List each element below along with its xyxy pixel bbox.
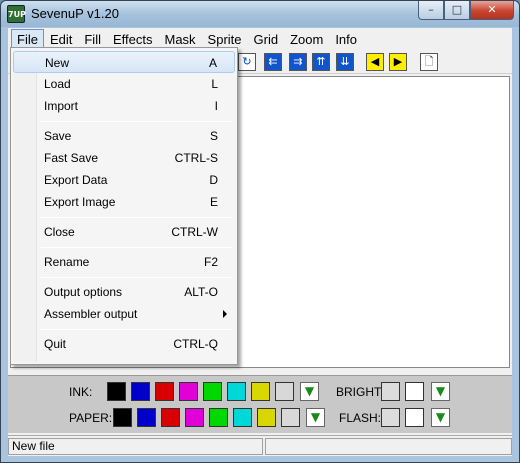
minimize-icon[interactable]: – — [418, 1, 444, 20]
menu-item-import-shortcut: I — [214, 99, 218, 113]
menu-separator — [41, 329, 233, 330]
paper-color-black[interactable] — [113, 408, 132, 427]
menu-item-export-data-label: Export Data — [44, 173, 108, 187]
menu-item-close[interactable]: Close CTRL-W — [13, 221, 235, 243]
menu-item-export-image-label: Export Image — [44, 195, 116, 209]
menu-item-close-label: Close — [44, 225, 75, 239]
shift-left-icon[interactable]: ⇇ — [264, 53, 282, 71]
ink-color-magenta[interactable] — [179, 382, 198, 401]
menu-item-export-data[interactable]: Export Data D — [13, 169, 235, 191]
menu-item-close-shortcut: CTRL-W — [171, 225, 218, 239]
window-title: SevenuP v1.20 — [31, 6, 119, 21]
menu-item-new[interactable]: New A — [13, 51, 235, 73]
ink-color-green[interactable] — [203, 382, 222, 401]
ink-color-cyan[interactable] — [227, 382, 246, 401]
next-frame-icon[interactable]: ▶ — [389, 53, 407, 71]
new-page-icon[interactable]: 🗋 — [420, 53, 438, 71]
menu-item-export-image[interactable]: Export Image E — [13, 191, 235, 213]
menu-grid[interactable]: Grid — [248, 29, 285, 50]
paper-color-cyan[interactable] — [233, 408, 252, 427]
flash-on-swatch[interactable] — [405, 408, 424, 427]
menu-separator — [41, 217, 233, 218]
ink-transparent-icon[interactable]: ▼ — [300, 382, 319, 401]
paper-transparent-icon[interactable]: ▼ — [306, 408, 325, 427]
menu-item-output-options-label: Output options — [44, 285, 123, 299]
menu-item-new-shortcut: A — [208, 56, 217, 70]
title-bar[interactable]: 7UP SevenuP v1.20 – □ ✕ — [1, 1, 519, 27]
shift-up-icon[interactable]: ⇈ — [312, 53, 330, 71]
menu-item-import[interactable]: Import I — [13, 95, 235, 117]
app-window: 7UP SevenuP v1.20 – □ ✕ File Edit Fill E… — [0, 0, 520, 463]
menu-item-load-shortcut: L — [211, 77, 218, 91]
ink-color-blue[interactable] — [131, 382, 150, 401]
menu-item-quit[interactable]: Quit CTRL-Q — [13, 333, 235, 355]
ink-label: INK: — [69, 385, 93, 399]
menu-item-fast-save-shortcut: CTRL-S — [174, 151, 218, 165]
menu-item-import-label: Import — [44, 99, 79, 113]
menu-item-assembler-output-label: Assembler output — [44, 307, 138, 321]
menu-item-save-shortcut: S — [209, 129, 218, 143]
menu-item-fast-save-label: Fast Save — [44, 151, 99, 165]
status-text: New file — [8, 438, 263, 455]
menu-item-rename-shortcut: F2 — [203, 255, 218, 269]
bright-on-swatch[interactable] — [405, 382, 424, 401]
paper-color-magenta[interactable] — [185, 408, 204, 427]
menu-item-fast-save[interactable]: Fast Save CTRL-S — [13, 147, 235, 169]
paper-color-red[interactable] — [161, 408, 180, 427]
app-logo-icon: 7UP — [7, 5, 26, 23]
menu-item-load-label: Load — [44, 77, 71, 91]
menu-info[interactable]: Info — [329, 29, 363, 50]
paper-color-white[interactable] — [281, 408, 300, 427]
ink-color-red[interactable] — [155, 382, 174, 401]
menu-item-new-label: New — [45, 56, 70, 70]
menu-item-quit-label: Quit — [44, 337, 67, 351]
shift-right-icon[interactable]: ⇉ — [289, 53, 307, 71]
previous-frame-icon[interactable]: ◀ — [366, 53, 384, 71]
submenu-arrow-icon — [223, 310, 227, 318]
menu-separator — [41, 247, 233, 248]
palette-panel: INK: ▼ BRIGHT: ▼ PAPER: ▼ FLASH: ▼ — [8, 375, 512, 433]
menu-separator — [41, 121, 233, 122]
menu-item-output-options[interactable]: Output options ALT-O — [13, 281, 235, 303]
menu-zoom[interactable]: Zoom — [284, 29, 329, 50]
close-icon[interactable]: ✕ — [470, 1, 514, 20]
flash-off-swatch[interactable] — [381, 408, 400, 427]
maximize-icon[interactable]: □ — [444, 1, 470, 20]
menu-item-rename-label: Rename — [44, 255, 90, 269]
ink-color-yellow[interactable] — [251, 382, 270, 401]
menu-item-output-options-shortcut: ALT-O — [184, 285, 218, 299]
menu-separator — [41, 277, 233, 278]
status-pane-secondary — [265, 438, 512, 455]
menu-item-assembler-output[interactable]: Assembler output — [13, 303, 235, 325]
status-bar: New file — [8, 435, 512, 456]
menu-item-save-label: Save — [44, 129, 72, 143]
bright-transparent-icon[interactable]: ▼ — [431, 382, 450, 401]
paper-label: PAPER: — [69, 411, 113, 425]
menu-item-quit-shortcut: CTRL-Q — [173, 337, 218, 351]
flash-transparent-icon[interactable]: ▼ — [431, 408, 450, 427]
rotate-icon[interactable]: ↻ — [238, 53, 256, 71]
paper-color-green[interactable] — [209, 408, 228, 427]
file-menu-dropdown: New A Load L Import I Save S Fast Save C… — [10, 47, 238, 365]
paper-color-blue[interactable] — [137, 408, 156, 427]
menu-item-save[interactable]: Save S — [13, 125, 235, 147]
ink-color-white[interactable] — [275, 382, 294, 401]
shift-down-icon[interactable]: ⇊ — [336, 53, 354, 71]
flash-label: FLASH: — [339, 411, 382, 425]
bright-off-swatch[interactable] — [381, 382, 400, 401]
menu-item-export-image-shortcut: E — [209, 195, 218, 209]
ink-color-black[interactable] — [107, 382, 126, 401]
menu-item-load[interactable]: Load L — [13, 73, 235, 95]
menu-item-export-data-shortcut: D — [209, 173, 218, 187]
paper-color-yellow[interactable] — [257, 408, 276, 427]
bright-label: BRIGHT: — [336, 385, 384, 399]
menu-item-rename[interactable]: Rename F2 — [13, 251, 235, 273]
